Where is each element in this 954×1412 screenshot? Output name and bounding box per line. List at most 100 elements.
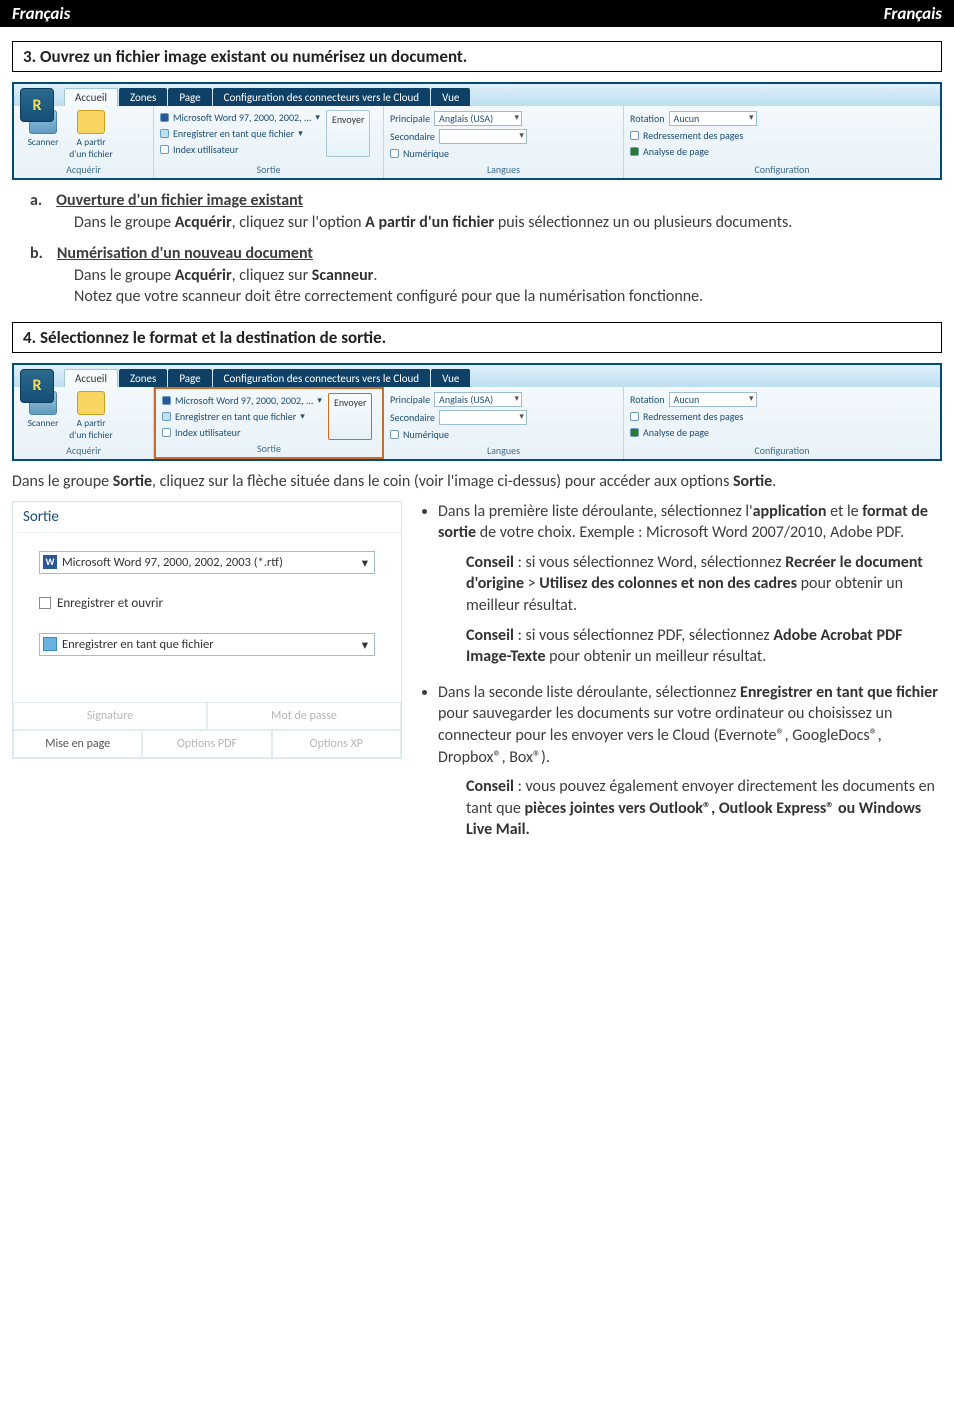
lang-secondaire-label: Secondaire [390, 130, 435, 143]
tab-accueil[interactable]: Accueil [64, 88, 118, 106]
save-as-dropdown[interactable]: Enregistrer en tant que fichier▾ [162, 410, 322, 423]
group-config-label: Configuration [630, 442, 934, 457]
checkbox-icon [39, 597, 51, 609]
page-analysis-checkbox[interactable]: Analyse de page [630, 145, 934, 158]
format-select[interactable]: W Microsoft Word 97, 2000, 2002, 2003 (*… [39, 551, 375, 574]
checkbox-icon [630, 412, 639, 421]
deskew-checkbox[interactable]: Redressement des pages [630, 129, 934, 142]
group-config: Rotation Aucun Redressement des pages Ana… [624, 387, 940, 459]
tip-pdf: Conseil : si vous sélectionnez PDF, séle… [466, 625, 942, 668]
group-langues-label: Langues [390, 442, 617, 457]
lang-secondaire-label: Secondaire [390, 411, 435, 424]
scanner-label: Scanner [28, 136, 59, 148]
tab-cloud[interactable]: Configuration des connecteurs vers le Cl… [213, 369, 430, 387]
tab-options-pdf[interactable]: Options PDF [142, 731, 271, 758]
group-sortie-label: Sortie [162, 440, 376, 455]
page-analysis-checkbox[interactable]: Analyse de page [630, 426, 934, 439]
group-sortie-highlighted: Microsoft Word 97, 2000, 2002, ...▾ Enre… [154, 387, 384, 459]
tab-cloud[interactable]: Configuration des connecteurs vers le Cl… [213, 88, 430, 106]
save-and-open-checkbox[interactable]: Enregistrer et ouvrir [39, 596, 375, 611]
item-a-letter: a. [30, 190, 42, 212]
page-header: Français Français [0, 0, 954, 27]
cloud-icon [162, 412, 171, 421]
tip-word: Conseil : si vous sélectionnez Word, sél… [466, 552, 942, 617]
format-dropdown[interactable]: Microsoft Word 97, 2000, 2002, ...▾ [162, 394, 322, 407]
tab-motdepasse[interactable]: Mot de passe [207, 703, 401, 730]
ribbon-body-2: Scanner A partir d'un fichier Acquérir M… [14, 387, 940, 459]
list-item: Dans la seconde liste déroulante, sélect… [438, 682, 942, 841]
tab-signature[interactable]: Signature [13, 703, 207, 730]
lang-principale-dropdown[interactable]: Anglais (USA) [434, 392, 522, 407]
word-icon: W [43, 555, 57, 569]
sortie-tabs-2: Mise en page Options PDF Options XP [13, 730, 401, 758]
item-a-title: Ouverture d'un fichier image existant [56, 190, 303, 212]
lang-principale-dropdown[interactable]: Anglais (USA) [434, 111, 522, 126]
group-acquerir-label: Acquérir [20, 161, 147, 176]
lang-secondaire-dropdown[interactable] [439, 129, 527, 144]
item-b-letter: b. [30, 243, 43, 265]
group-sortie-label: Sortie [160, 161, 377, 176]
tab-vue[interactable]: Vue [431, 88, 470, 106]
ribbon-1: Readiris R Accueil Zones Page Configurat… [12, 82, 942, 180]
checkbox-icon [390, 149, 399, 158]
numerique-checkbox[interactable]: Numérique [390, 147, 617, 160]
save-as-dropdown[interactable]: Enregistrer en tant que fichier▾ [160, 127, 320, 140]
ribbon-body: Scanner A partir d'un fichier Acquérir M… [14, 106, 940, 178]
tab-zones[interactable]: Zones [119, 369, 167, 387]
user-index-checkbox[interactable]: Index utilisateur [162, 426, 322, 439]
tip-outlook: Conseil : vous pouvez également envoyer … [466, 776, 942, 841]
format-dropdown[interactable]: Microsoft Word 97, 2000, 2002, ...▾ [160, 111, 320, 124]
tab-vue[interactable]: Vue [431, 369, 470, 387]
numerique-checkbox[interactable]: Numérique [390, 428, 617, 441]
envoyer-button[interactable]: Envoyer [328, 393, 372, 440]
checkbox-icon [630, 131, 639, 140]
instructions-3: a. Ouverture d'un fichier image existant… [30, 190, 924, 308]
rotation-label: Rotation [630, 393, 665, 406]
header-left: Français [12, 3, 70, 24]
word-icon [160, 113, 169, 122]
deskew-checkbox[interactable]: Redressement des pages [630, 410, 934, 423]
section-4-title: 4. Sélectionnez le format et la destinat… [12, 322, 942, 353]
section-3-title: 3. Ouvrez un fichier image existant ou n… [12, 41, 942, 72]
tab-accueil[interactable]: Accueil [64, 369, 118, 387]
sortie-intro: Dans le groupe Sortie, cliquez sur la fl… [12, 471, 924, 493]
from-file-label: A partir d'un fichier [68, 136, 114, 160]
ribbon-tabs: R Accueil Zones Page Configuration des c… [14, 84, 940, 106]
sortie-dialog: Sortie W Microsoft Word 97, 2000, 2002, … [12, 501, 402, 759]
ribbon-tabs-2: R Accueil Zones Page Configuration des c… [14, 365, 940, 387]
group-langues: PrincipaleAnglais (USA) Secondaire Numér… [384, 387, 624, 459]
user-index-checkbox[interactable]: Index utilisateur [160, 143, 320, 156]
group-langues: Principale Anglais (USA) Secondaire Numér… [384, 106, 624, 178]
group-acquerir-label: Acquérir [20, 442, 147, 457]
lang-principale-label: Principale [390, 112, 430, 125]
rotation-label: Rotation [630, 112, 665, 125]
lang-secondaire-dropdown[interactable] [439, 410, 527, 425]
tab-options-xp[interactable]: Options XP [272, 731, 401, 758]
from-file-button[interactable]: A partir d'un fichier [68, 391, 114, 441]
tab-miseenpage[interactable]: Mise en page [13, 731, 142, 758]
tab-page[interactable]: Page [168, 88, 211, 106]
header-right: Français [884, 3, 942, 24]
from-file-button[interactable]: A partir d'un fichier [68, 110, 114, 160]
item-a-body: Dans le groupe Acquérir, cliquez sur l'o… [74, 212, 924, 234]
app-logo-icon[interactable]: R [20, 369, 54, 403]
app-logo-icon[interactable]: R [20, 88, 54, 122]
checkbox-icon [162, 428, 171, 437]
destination-select[interactable]: Enregistrer en tant que fichier [39, 633, 375, 656]
checkbox-icon [160, 145, 169, 154]
rotation-dropdown[interactable]: Aucun [669, 111, 757, 126]
group-config: Rotation Aucun Redressement des pages Ana… [624, 106, 940, 178]
rotation-dropdown[interactable]: Aucun [669, 392, 757, 407]
item-b-title: Numérisation d'un nouveau document [57, 243, 313, 265]
group-sortie: Microsoft Word 97, 2000, 2002, ...▾ Enre… [154, 106, 384, 178]
item-b-body: Dans le groupe Acquérir, cliquez sur Sca… [74, 265, 924, 308]
floppy-icon [43, 637, 57, 651]
envoyer-button[interactable]: Envoyer [326, 110, 370, 157]
instructions-list: Dans la première liste déroulante, sélec… [418, 501, 942, 855]
cloud-icon [160, 129, 169, 138]
list-item: Dans la première liste déroulante, sélec… [438, 501, 942, 668]
check-icon [630, 428, 639, 437]
tab-zones[interactable]: Zones [119, 88, 167, 106]
tab-page[interactable]: Page [168, 369, 211, 387]
word-icon [162, 396, 171, 405]
